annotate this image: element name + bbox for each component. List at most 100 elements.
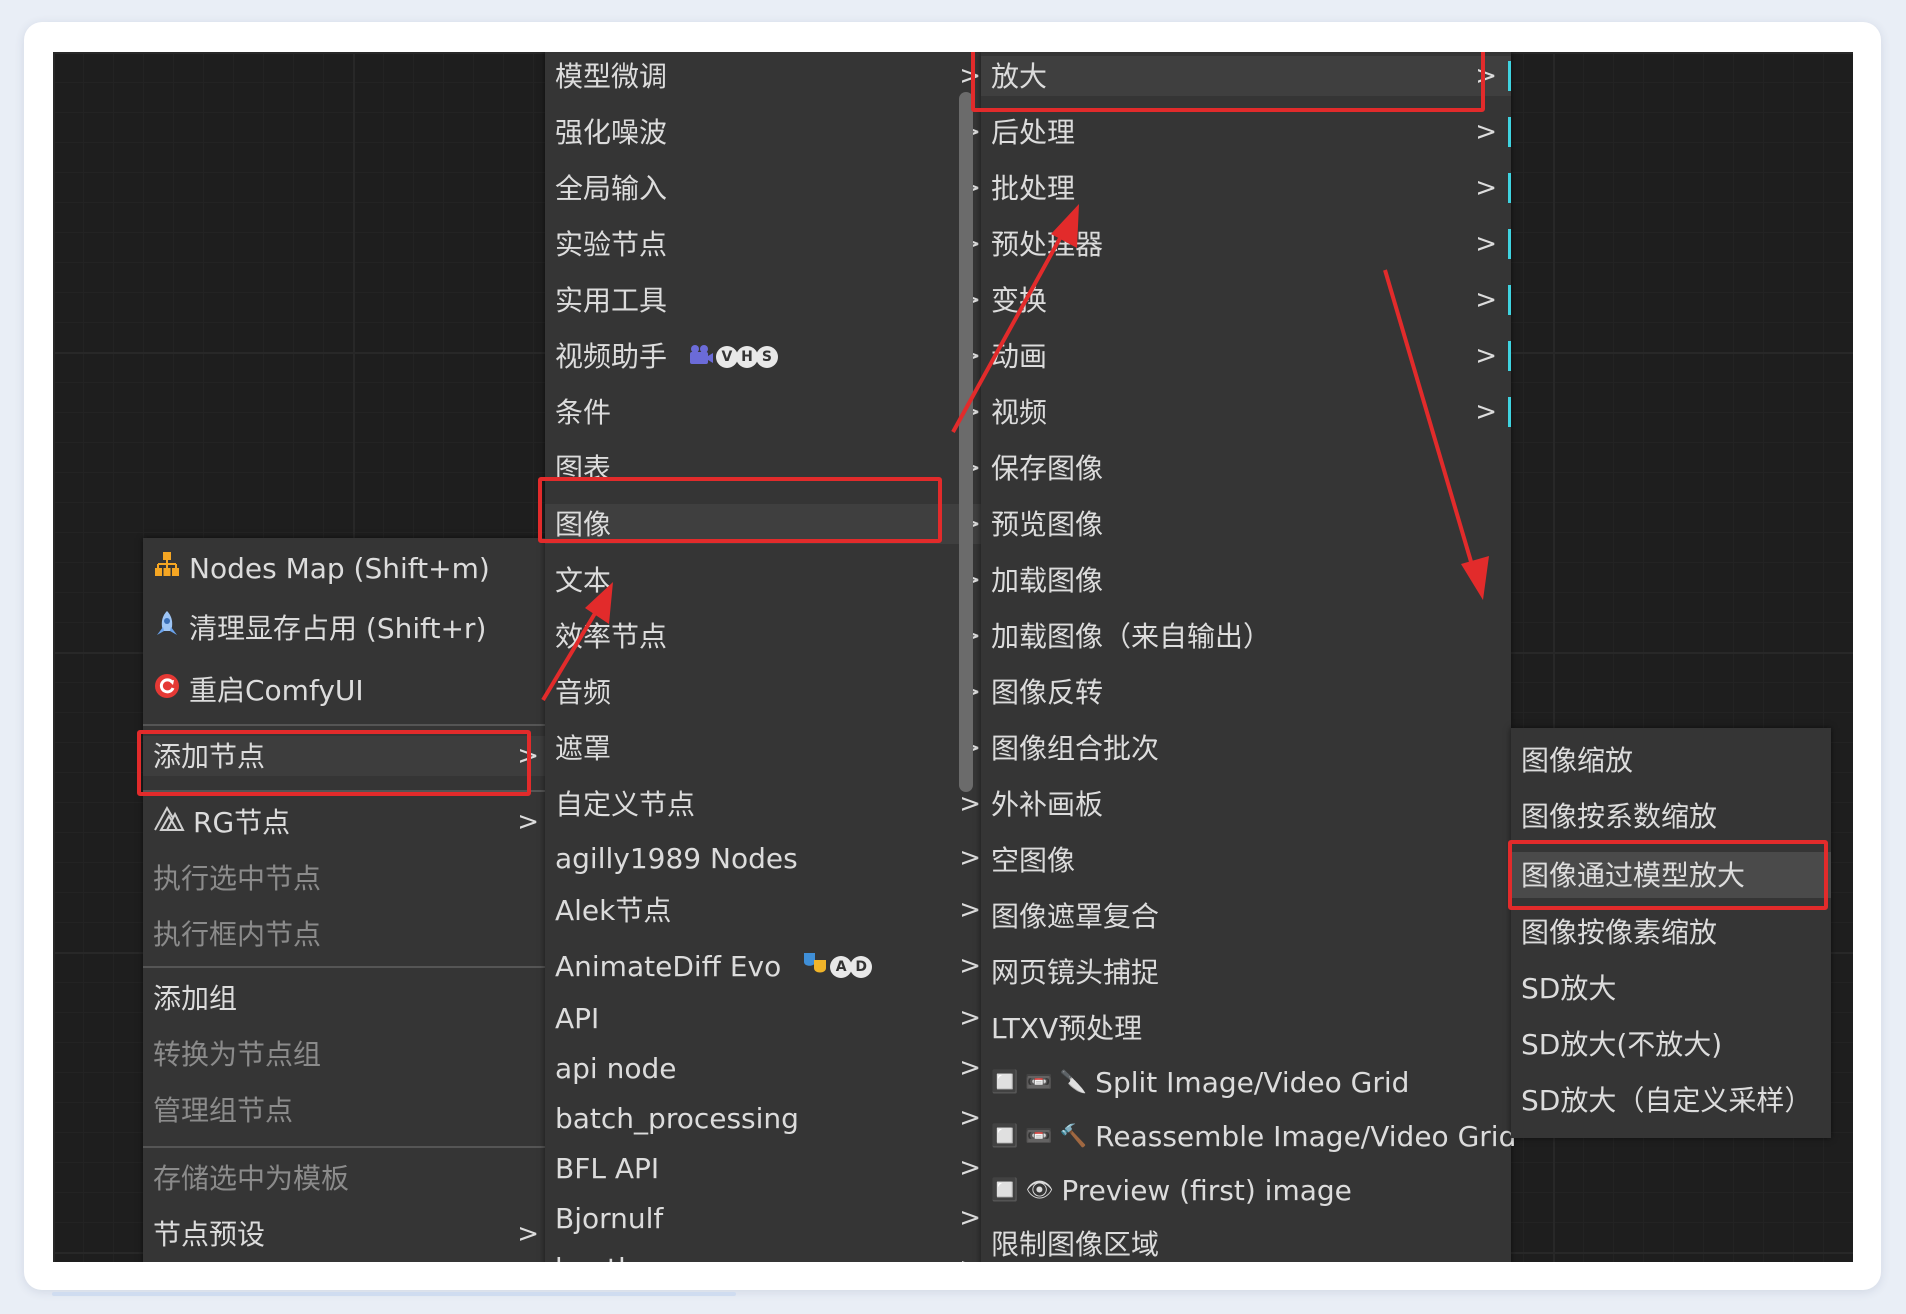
category-item[interactable]: 自定义节点 > [545,784,995,824]
node-graph-canvas[interactable]: Nodes Map (Shift+m) 清理显存占用 (Shift+r) 重启C… [53,52,1853,1262]
image-item[interactable]: 预处理器 > [981,224,1511,264]
category-item[interactable]: 图表> [545,448,995,488]
nodes-map-icon [153,549,181,589]
chevron-right-icon: > [959,895,981,925]
menu-item-label: Nodes Map (Shift+m) [189,552,490,585]
image-item[interactable]: 🔲 📼 🔪 Split Image/Video Grid [981,1062,1511,1102]
menu-item-rg-nodes[interactable]: RG节点 > [143,802,553,842]
upscale-item-sd-upscale-no-upscale[interactable]: SD放大(不放大) [1511,1024,1831,1064]
category-label: Alek节点 [555,894,672,927]
category-item[interactable]: API > [545,998,995,1038]
menu-item-save-as-template[interactable]: 存储选中为模板 [143,1158,553,1198]
menu-item-convert-to-group-node[interactable]: 转换为节点组 [143,1034,553,1074]
category-item[interactable]: 遮罩> [545,728,995,768]
image-item[interactable]: 预览图像 [981,504,1511,544]
image-item[interactable]: 变换 > [981,280,1511,320]
masks-icon [802,947,828,987]
image-item-label: 加载图像（来自输出） [991,620,1272,653]
image-item[interactable]: 空图像 [981,840,1511,880]
image-item[interactable]: 加载图像（来自输出） [981,616,1511,656]
category-item[interactable]: bootleg > [545,1248,995,1262]
frame-underline [52,1292,736,1296]
category-item-video-helper[interactable]: 视频助手 VHS > [545,336,995,376]
image-item[interactable]: 后处理 > [981,112,1511,152]
image-item[interactable]: 视频 > [981,392,1511,432]
category-item[interactable]: api node > [545,1048,995,1088]
category-item[interactable]: BFL API > [545,1148,995,1188]
image-item-label: 图像组合批次 [991,732,1160,765]
chevron-right-icon: > [959,61,981,91]
category-item-image[interactable]: 图像> [545,504,995,544]
category-item[interactable]: 全局输入> [545,168,995,208]
chevron-right-icon: > [1475,173,1497,203]
chevron-right-icon: > [959,1103,981,1133]
image-item[interactable]: 图像遮罩复合 [981,896,1511,936]
item-prefix-icons: 🔲 📼 🔨 [991,1124,1088,1149]
chevron-right-icon: > [959,1153,981,1183]
category-item[interactable]: Alek节点 > [545,890,995,930]
submenu-indicator [1508,173,1511,203]
menu-item-label: 转换为节点组 [153,1038,322,1071]
image-item[interactable]: 批处理 > [981,168,1511,208]
upscale-item-sd-upscale[interactable]: SD放大 [1511,968,1831,1008]
chevron-right-icon: > [959,1053,981,1083]
category-item[interactable]: agilly1989 Nodes > [545,838,995,878]
chevron-right-icon: > [1475,61,1497,91]
category-item[interactable]: 效率节点> [545,616,995,656]
menu-item-add-group[interactable]: 添加组 [143,978,553,1018]
image-item[interactable]: 加载图像 [981,560,1511,600]
image-item[interactable]: LTXV预处理 [981,1008,1511,1048]
menu-item-manage-group-nodes[interactable]: 管理组节点 [143,1090,553,1130]
image-item[interactable]: 网页镜头捕捉 [981,952,1511,992]
image-item[interactable]: 限制图像区域 [981,1224,1511,1262]
upscale-menu: 图像缩放 图像按系数缩放 图像通过模型放大 图像按像素缩放 SD放大 SD放大(… [1511,728,1831,1138]
category-label: 全局输入 [555,172,668,205]
category-label: agilly1989 Nodes [555,842,798,875]
submenu-indicator [1508,397,1511,427]
menu-item-run-selected[interactable]: 执行选中节点 [143,858,553,898]
category-item[interactable]: 实用工具> [545,280,995,320]
menu-item-restart-comfyui[interactable]: 重启ComfyUI [143,670,553,710]
upscale-item-upscale-with-model[interactable]: 图像通过模型放大 [1511,852,1831,898]
image-item-label: Reassemble Image/Video Grid [1095,1120,1517,1153]
menu-item-nodes-map[interactable]: Nodes Map (Shift+m) [143,548,553,588]
image-item-label: 限制图像区域 [991,1228,1160,1261]
menu-divider [143,790,553,792]
category-menu-scrollbar[interactable] [959,92,973,792]
category-item[interactable]: 音频> [545,672,995,712]
category-item[interactable]: 条件> [545,392,995,432]
chevron-right-icon: > [517,741,539,771]
chevron-right-icon: > [959,1203,981,1233]
submenu-indicator [1508,117,1511,147]
image-item[interactable]: 保存图像 [981,448,1511,488]
upscale-item-sd-upscale-custom[interactable]: SD放大（自定义采样） [1511,1080,1831,1120]
image-item[interactable]: 外补画板 [981,784,1511,824]
image-item-upscale[interactable]: 放大 > [981,56,1511,96]
category-item[interactable]: Bjornulf > [545,1198,995,1238]
upscale-item-label: 图像按像素缩放 [1521,916,1718,949]
category-menu: 模型微调> 强化噪波> 全局输入> 实验节点> 实用工具> 视频助手 VHS >… [545,52,995,1262]
menu-item-label: 清理显存占用 (Shift+r) [189,612,487,645]
category-item[interactable]: batch_processing > [545,1098,995,1138]
image-item[interactable]: 图像反转 [981,672,1511,712]
chevron-right-icon: > [1475,117,1497,147]
category-item[interactable]: 模型微调 > [545,56,995,96]
category-item[interactable]: 实验节点> [545,224,995,264]
upscale-item-image-scale[interactable]: 图像缩放 [1511,740,1831,780]
image-item[interactable]: 图像组合批次 [981,728,1511,768]
image-item[interactable]: 🔲 👁 Preview (first) image [981,1170,1511,1210]
image-item-label: 图像遮罩复合 [991,900,1160,933]
upscale-item-label: SD放大 [1521,972,1617,1005]
upscale-item-scale-to-pixels[interactable]: 图像按像素缩放 [1511,912,1831,952]
category-item[interactable]: 文本> [545,560,995,600]
menu-item-node-presets[interactable]: 节点预设 > [143,1214,553,1254]
menu-item-run-in-frame[interactable]: 执行框内节点 [143,914,553,954]
category-label: 图表 [555,452,612,485]
upscale-item-scale-by[interactable]: 图像按系数缩放 [1511,796,1831,836]
category-item-animatediff[interactable]: AnimateDiff Evo AD > [545,946,995,986]
category-item[interactable]: 强化噪波> [545,112,995,152]
menu-item-clear-vram[interactable]: 清理显存占用 (Shift+r) [143,608,553,648]
menu-item-add-node[interactable]: 添加节点 > [143,736,553,776]
image-item[interactable]: 动画 > [981,336,1511,376]
image-item[interactable]: 🔲 📼 🔨 Reassemble Image/Video Grid [981,1116,1516,1156]
